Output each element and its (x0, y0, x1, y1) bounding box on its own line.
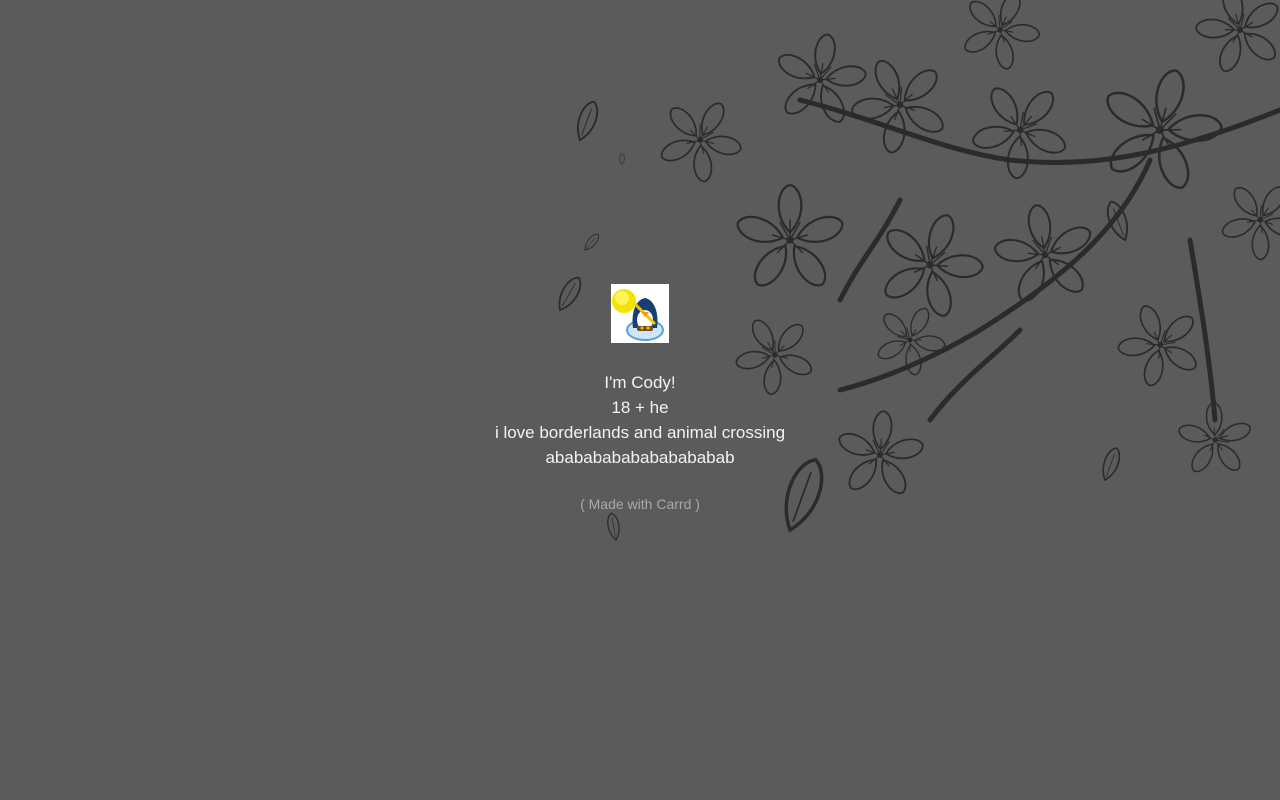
made-with-carrd-link[interactable]: ( Made with Carrd ) (580, 495, 700, 513)
page: I'm Cody! 18 + he i love borderlands and… (0, 0, 1280, 800)
bio-line-interests: i love borderlands and animal crossing (494, 423, 786, 442)
bio-line-age-pronouns: 18 + he (611, 398, 669, 417)
bio-line-name: I'm Cody! (604, 373, 676, 392)
penguin-avatar-icon (611, 284, 669, 343)
bio-text: I'm Cody! 18 + he i love borderlands and… (440, 370, 840, 470)
bio-line-extra: abababababababababab (545, 448, 735, 467)
profile-card: I'm Cody! 18 + he i love borderlands and… (440, 284, 840, 514)
